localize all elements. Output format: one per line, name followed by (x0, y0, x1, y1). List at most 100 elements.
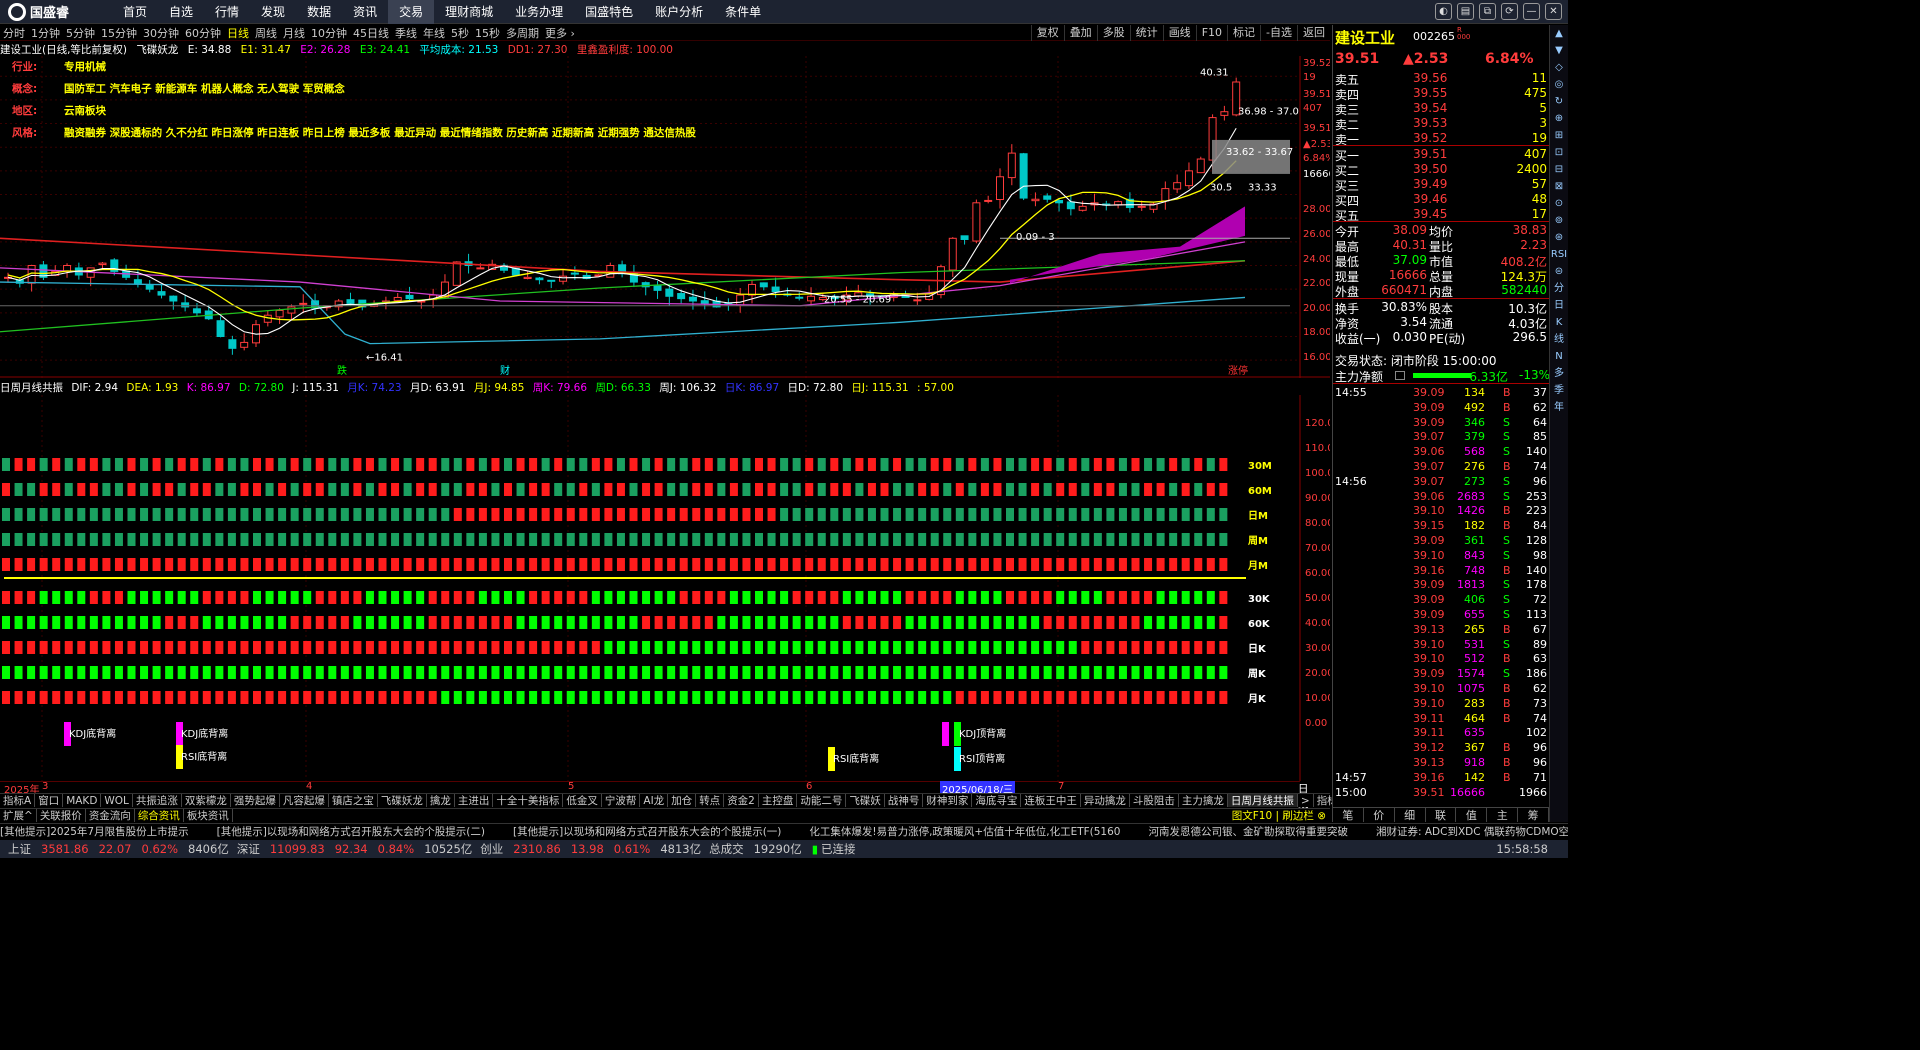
news-ticker[interactable]: [其他提示]2025年7月限售股份上市提示 [其他提示]以现场和网络方式召开股东大… (0, 823, 1568, 839)
ticker-item-2[interactable]: [其他提示]以现场和网络方式召开股东大会的个股提示(一) (513, 826, 781, 838)
sz-label[interactable]: 深证 (237, 841, 260, 857)
indicator-tab-24[interactable]: 海底寻宝 (972, 794, 1022, 807)
nav-item-1[interactable]: 自选 (158, 0, 204, 24)
indicator-tab-7[interactable]: 凡容起爆 (280, 794, 329, 807)
nav-item-3[interactable]: 发现 (250, 0, 296, 24)
sub-indicator-name[interactable]: 日周月线共振 (0, 382, 63, 394)
indicator-tab-14[interactable]: 宁波帮 (602, 794, 641, 807)
bottom-tab-2[interactable]: 资金流向 (86, 809, 135, 822)
indicator-tab-6[interactable]: 强势起爆 (231, 794, 280, 807)
bottom-tab-3[interactable]: 综合资讯 (135, 809, 184, 822)
nav-item-2[interactable]: 行情 (204, 0, 250, 24)
indicator-tab-12[interactable]: 十全十美指标 (493, 794, 564, 807)
nav-item-8[interactable]: 业务办理 (504, 0, 574, 24)
indicator-tab-15[interactable]: AI龙 (640, 794, 669, 807)
chart-title[interactable]: 建设工业(日线,等比前复权) (0, 44, 127, 56)
tool-3[interactable]: 统计 (1129, 25, 1163, 41)
tool-7[interactable]: -自选 (1260, 25, 1297, 41)
side-button-7[interactable]: ⊡ (1550, 144, 1568, 161)
indicator-tab-2[interactable]: MAKD (63, 794, 102, 807)
indicator-tab-19[interactable]: 主控盘 (759, 794, 798, 807)
period-7[interactable]: 周线 (252, 25, 280, 41)
bottom-tab-0[interactable]: 扩展^ (0, 809, 37, 822)
period-2[interactable]: 5分钟 (63, 25, 98, 41)
side-button-10[interactable]: ⊙ (1550, 195, 1568, 212)
indicator-tab-9[interactable]: 飞碟妖龙 (378, 794, 427, 807)
asks-row[interactable]: 卖五 39.56 11 (1333, 71, 1549, 87)
ticker-item-1[interactable]: [其他提示]以现场和网络方式召开股东大会的个股提示(二) (217, 826, 485, 838)
period-1[interactable]: 1分钟 (28, 25, 63, 41)
indicator-tab-28[interactable]: 主力擒龙 (1179, 794, 1228, 807)
indicator-tab-26[interactable]: 异动擒龙 (1081, 794, 1130, 807)
indicator-tab-21[interactable]: 飞碟妖 (846, 794, 885, 807)
kline-chart[interactable]: 40.31 36.98 - 37.0 33.62 - 33.67 30.5 33.33 2… (0, 56, 1335, 378)
side-button-5[interactable]: ⊕ (1550, 110, 1568, 127)
bids-row[interactable]: 买三 39.49 57 (1333, 177, 1549, 193)
tool-6[interactable]: 标记 (1227, 25, 1260, 41)
bottom-tab-1[interactable]: 关联报价 (37, 809, 86, 822)
indicator-tab-22[interactable]: 战神号 (885, 794, 924, 807)
tool-8[interactable]: 返回 (1297, 25, 1330, 41)
indicator-tab-3[interactable]: WOL (101, 794, 133, 807)
panel-tab-5[interactable]: 主 (1487, 808, 1519, 822)
window-control-icon-3[interactable]: ⟳ (1501, 3, 1518, 20)
ticker-item-0[interactable]: [其他提示]2025年7月限售股份上市提示 (0, 826, 189, 838)
panel-tab-1[interactable]: 价 (1364, 808, 1395, 822)
side-button-9[interactable]: ⊠ (1550, 178, 1568, 195)
window-control-icon-4[interactable]: — (1523, 3, 1540, 20)
nav-item-5[interactable]: 资讯 (342, 0, 388, 24)
sh-label[interactable]: 上证 (8, 841, 31, 857)
side-button-2[interactable]: ◇ (1550, 59, 1568, 76)
nav-item-0[interactable]: 首页 (112, 0, 158, 24)
side-button-15[interactable]: 分 (1550, 280, 1568, 297)
window-control-icon-5[interactable]: ✕ (1545, 3, 1562, 20)
panel-tab-0[interactable]: 笔 (1333, 808, 1364, 822)
period-4[interactable]: 30分钟 (140, 25, 182, 41)
bids-row[interactable]: 买一 39.51 407 (1333, 147, 1549, 163)
indicator-tab-16[interactable]: 加仓 (668, 794, 697, 807)
side-button-17[interactable]: K (1550, 314, 1568, 331)
app-logo[interactable]: 国盛睿 (0, 2, 112, 21)
bids-row[interactable]: 买五 39.45 17 (1333, 207, 1549, 223)
asks-row[interactable]: 卖一 39.52 19 (1333, 131, 1549, 147)
side-button-6[interactable]: ⊞ (1550, 127, 1568, 144)
indicator-tab-11[interactable]: 主进出 (455, 794, 494, 807)
side-button-4[interactable]: ↻ (1550, 93, 1568, 110)
side-button-22[interactable]: 年 (1550, 399, 1568, 416)
indicator-tab-25[interactable]: 连板王中王 (1021, 794, 1081, 807)
period-9[interactable]: 10分钟 (308, 25, 350, 41)
period-6[interactable]: 日线 (224, 25, 252, 41)
bottom-tab-4[interactable]: 板块资讯 (184, 809, 233, 822)
panel-tab-4[interactable]: 值 (1456, 808, 1488, 822)
side-button-18[interactable]: 线 (1550, 331, 1568, 348)
period-10[interactable]: 45日线 (350, 25, 392, 41)
resonance-svg[interactable]: 120.0110.0100.090.0080.0070.0060.0050.00… (0, 395, 1334, 781)
indicator-tab-20[interactable]: 动能二号 (797, 794, 847, 807)
flow-icon[interactable] (1395, 371, 1405, 380)
stock-name[interactable]: 建设工业 (1335, 27, 1395, 48)
side-button-16[interactable]: 日 (1550, 297, 1568, 314)
window-control-icon-1[interactable]: ▤ (1457, 3, 1474, 20)
ticker-item-3[interactable]: 化工集体爆发!易普力涨停,政策暖风+估值十年低位,化工ETF(5160 (809, 826, 1120, 838)
period-0[interactable]: 分时 (0, 25, 28, 41)
bottom-right-links[interactable]: 图文F10 | 刷边栏 ⊗ (1232, 809, 1326, 823)
side-button-12[interactable]: ⊛ (1550, 229, 1568, 246)
nav-item-6[interactable]: 交易 (388, 0, 435, 24)
nav-item-4[interactable]: 数据 (296, 0, 342, 24)
period-3[interactable]: 15分钟 (98, 25, 140, 41)
side-button-8[interactable]: ⊟ (1550, 161, 1568, 178)
period-8[interactable]: 月线 (280, 25, 308, 41)
panel-tab-6[interactable]: 筹 (1518, 808, 1550, 822)
bids-row[interactable]: 买四 39.46 48 (1333, 192, 1549, 208)
nav-item-11[interactable]: 条件单 (714, 0, 772, 24)
period-15[interactable]: 多周期 (503, 25, 542, 41)
asks-row[interactable]: 卖三 39.54 5 (1333, 101, 1549, 117)
nav-item-10[interactable]: 账户分析 (644, 0, 714, 24)
panel-tab-2[interactable]: 细 (1395, 808, 1426, 822)
indicator-tab-5[interactable]: 双紫檬龙 (182, 794, 231, 807)
period-12[interactable]: 年线 (420, 25, 448, 41)
indicator-tab-1[interactable]: 窗口 (35, 794, 64, 807)
indicator-name[interactable]: 飞碟妖龙 (136, 44, 178, 56)
side-button-19[interactable]: N (1550, 348, 1568, 365)
window-control-icon-2[interactable]: ⧉ (1479, 3, 1496, 20)
